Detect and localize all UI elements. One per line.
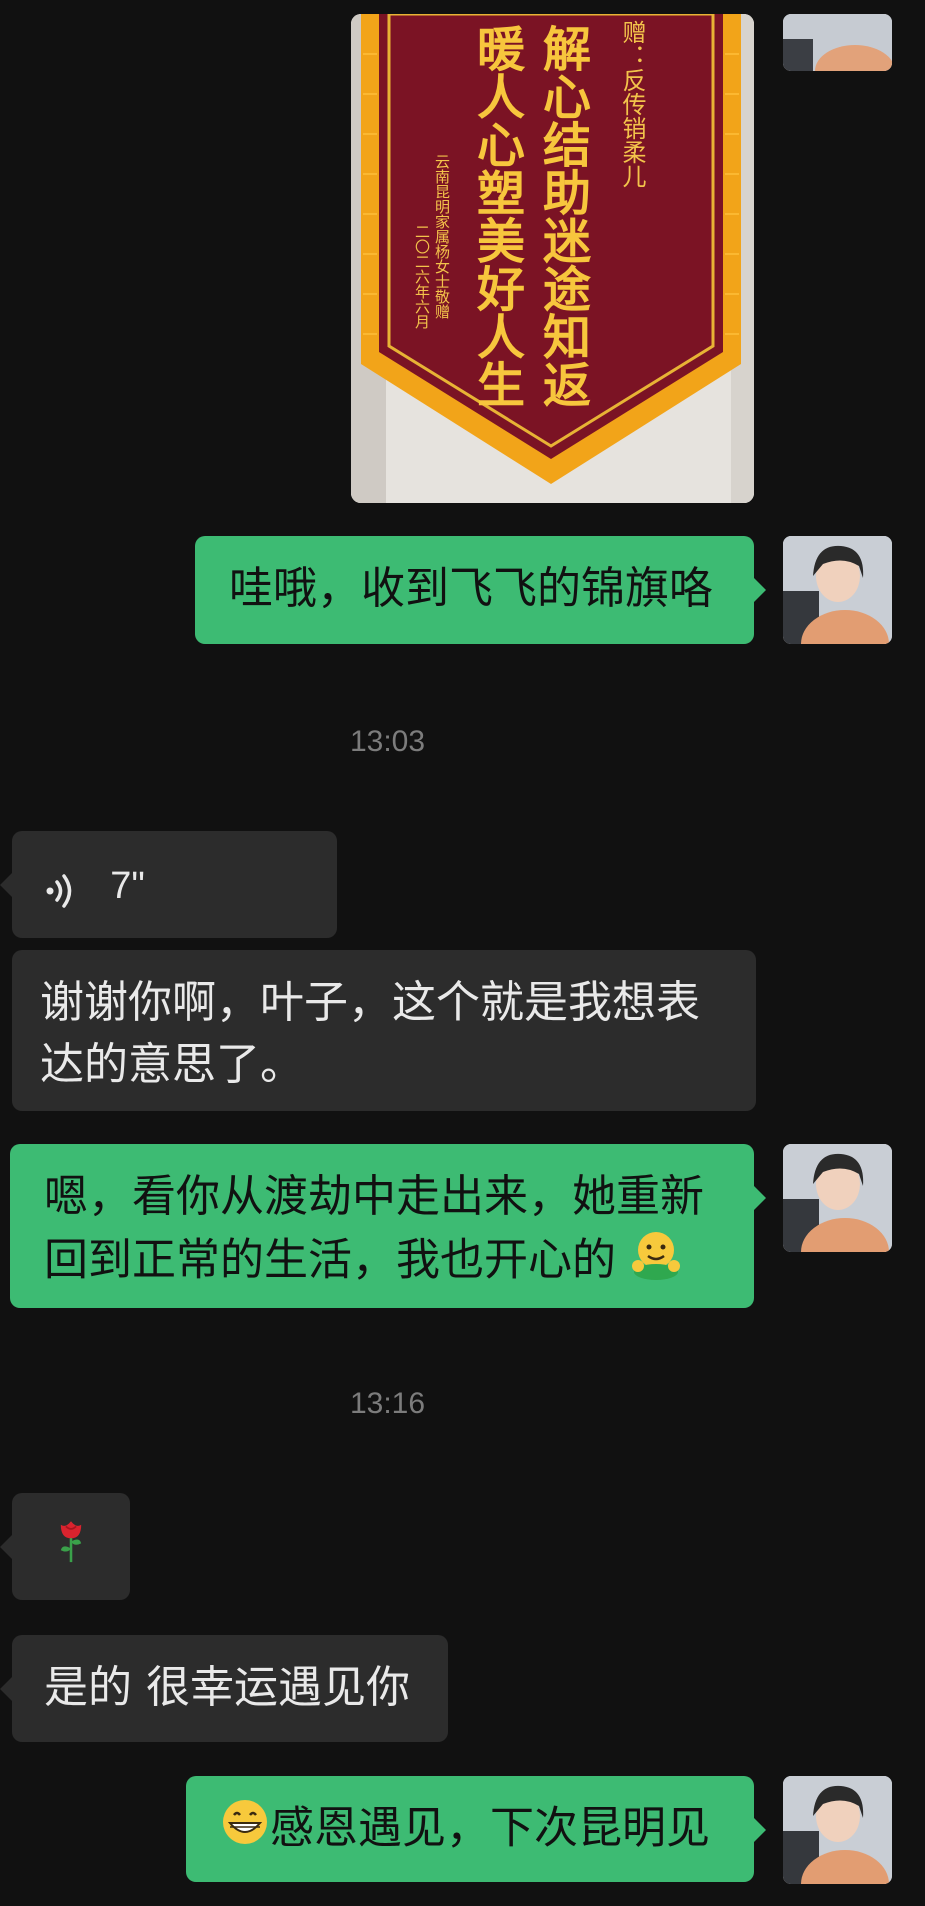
banner-text-dedication: 赠：反传销柔儿 xyxy=(618,20,646,188)
message-text: 哇哦，收到飞飞的锦旗咯 xyxy=(229,563,713,614)
message-text: 感恩遇见，下次昆明见 xyxy=(270,1802,710,1854)
timestamp: 13:16 xyxy=(349,1387,426,1420)
hugging-face-emoji xyxy=(630,1228,682,1297)
message-text: 嗯，看你从渡劫中走出来，她重新回到正常的生活，我也开心的 xyxy=(44,1171,704,1286)
message-bubble-self[interactable]: 感恩遇见，下次昆明见 xyxy=(186,1776,766,1882)
banner-text-date: 二〇二六年六月 xyxy=(413,224,431,329)
message-bubble-self[interactable]: 嗯，看你从渡劫中走出来，她重新回到正常的生活，我也开心的 xyxy=(10,1144,766,1308)
message-text: 是的 很幸运遇见你 xyxy=(44,1662,410,1713)
image-message-banner[interactable]: 赠：反传销柔儿 解心结助迷途知返 暖人心塑美好人生 云南昆明家属杨女士敬赠 二〇… xyxy=(351,14,754,503)
message-bubble-other[interactable]: 是的 很幸运遇见你 xyxy=(0,1635,448,1742)
grinning-face-emoji xyxy=(220,1797,270,1864)
banner-text-signature: 云南昆明家属杨女士敬赠 xyxy=(433,154,451,319)
voice-message-bubble[interactable]: 7" xyxy=(0,831,337,938)
avatar-self[interactable] xyxy=(783,536,892,644)
message-bubble-other[interactable]: 谢谢你啊，叶子，这个就是我想表达的意思了。 xyxy=(12,950,756,1111)
avatar-self[interactable] xyxy=(783,1776,892,1884)
avatar-self-top[interactable] xyxy=(783,14,892,71)
avatar-self[interactable] xyxy=(783,1144,892,1252)
message-text: 谢谢你啊，叶子，这个就是我想表达的意思了。 xyxy=(40,977,700,1090)
banner-text-line-1: 解心结助迷途知返 xyxy=(534,24,590,408)
rose-emoji xyxy=(54,1515,88,1582)
message-bubble-self[interactable]: 哇哦，收到飞飞的锦旗咯 xyxy=(195,536,766,644)
voice-duration: 7" xyxy=(110,865,145,908)
banner-text-line-2: 暖人心塑美好人生 xyxy=(468,24,524,408)
emoji-message-bubble[interactable] xyxy=(0,1493,130,1600)
voice-wave-icon xyxy=(42,866,82,909)
timestamp: 13:03 xyxy=(349,725,426,758)
